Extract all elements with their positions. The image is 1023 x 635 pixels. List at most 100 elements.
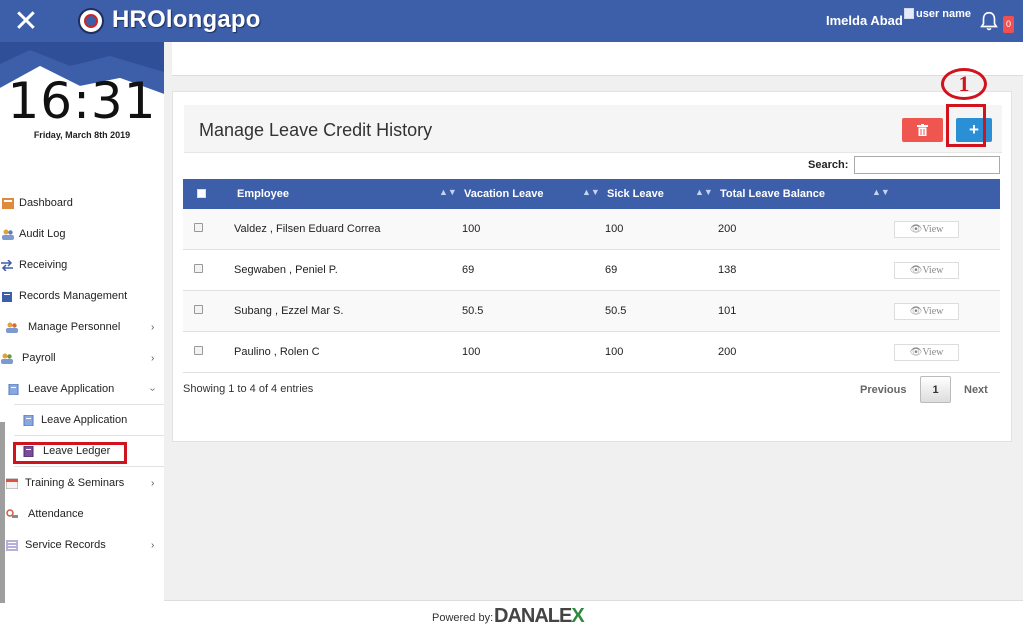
- sort-icon[interactable]: ▲▼: [695, 187, 713, 197]
- row-checkbox[interactable]: [194, 223, 203, 232]
- cell-employee: Subang , Ezzel Mar S.: [234, 305, 344, 317]
- eye-icon: 👁: [909, 224, 923, 235]
- cell-sick-leave: 69: [605, 264, 618, 276]
- sort-icon[interactable]: ▲▼: [439, 187, 457, 197]
- cell-total-leave-balance: 101: [718, 305, 737, 317]
- sidebar-item-label: Attendance: [28, 508, 84, 520]
- sort-icon[interactable]: ▲▼: [582, 187, 600, 197]
- divider: [14, 466, 164, 467]
- sidebar-item-leave-application[interactable]: Leave Application ›: [0, 379, 164, 399]
- sort-icon[interactable]: ▲▼: [872, 187, 890, 197]
- sidebar-item-training-seminars[interactable]: Training & Seminars ›: [0, 473, 164, 493]
- calendar-icon: [6, 478, 18, 489]
- chevron-down-icon: ›: [147, 387, 159, 391]
- cell-total-leave-balance: 138: [718, 264, 737, 276]
- cell-employee: Valdez , Filsen Eduard Correa: [234, 223, 381, 235]
- user-avatar[interactable]: user name: [904, 8, 971, 20]
- top-bar: ✕ HROlongapo Imelda Abad user name 0: [0, 0, 1023, 42]
- row-checkbox[interactable]: [194, 264, 203, 273]
- list-icon: [6, 539, 18, 551]
- view-button[interactable]: 👁 View: [894, 262, 959, 279]
- arrows-icon: [1, 259, 13, 271]
- sidebar-item-attendance[interactable]: Attendance: [0, 504, 164, 524]
- cell-vacation-leave: 50.5: [462, 305, 484, 317]
- sidebar-item-label: Receiving: [19, 259, 68, 271]
- sidebar-item-service-records[interactable]: Service Records ›: [0, 535, 164, 555]
- dashboard-icon: [2, 197, 14, 209]
- cell-employee: Paulino , Rolen C: [234, 346, 320, 358]
- sidebar-item-label: Records Management: [19, 290, 128, 302]
- attendance-icon: [6, 508, 18, 518]
- view-label: View: [922, 224, 944, 235]
- cell-vacation-leave: 100: [462, 223, 481, 235]
- sidebar-item-label: Service Records: [25, 539, 106, 551]
- sidebar-item-label: Leave Application: [41, 414, 128, 426]
- document-icon: [23, 414, 34, 426]
- table-header: Employee ▲▼ Vacation Leave ▲▼ Sick Leave…: [183, 179, 1000, 209]
- folder-icon: [2, 291, 12, 302]
- date: Friday, March 8th 2019: [33, 130, 131, 140]
- chevron-right-icon: ›: [151, 352, 155, 364]
- column-header-employee[interactable]: Employee: [237, 188, 289, 200]
- pagination-previous[interactable]: Previous: [860, 384, 906, 396]
- entries-info: Showing 1 to 4 of 4 entries: [183, 383, 314, 395]
- delete-button[interactable]: [902, 118, 943, 142]
- cell-sick-leave: 100: [605, 346, 624, 358]
- chevron-right-icon: ›: [151, 539, 155, 551]
- sidebar-item-receiving[interactable]: Receiving: [0, 255, 164, 275]
- cell-vacation-leave: 69: [462, 264, 475, 276]
- page-title: Manage Leave Credit History: [199, 120, 433, 140]
- sidebar-item-label: Manage Personnel: [28, 321, 121, 333]
- sidebar-item-manage-personnel[interactable]: Manage Personnel ›: [0, 317, 164, 337]
- content-header-strip: [172, 42, 1023, 76]
- close-icon: ✕: [13, 4, 39, 38]
- row-checkbox[interactable]: [194, 346, 203, 355]
- card-header: Manage Leave Credit History +: [184, 105, 1002, 153]
- row-checkbox[interactable]: [194, 305, 203, 314]
- chevron-right-icon: ›: [151, 321, 155, 333]
- cell-total-leave-balance: 200: [718, 223, 737, 235]
- people-icon: [1, 353, 13, 364]
- column-header-vacation-leave[interactable]: Vacation Leave: [464, 188, 544, 200]
- danalex-logo: DANALEX: [494, 605, 585, 627]
- eye-icon: 👁: [909, 347, 923, 358]
- document-icon: [8, 383, 19, 395]
- column-header-total-leave-balance[interactable]: Total Leave Balance: [720, 188, 825, 200]
- search-input[interactable]: [854, 156, 1000, 174]
- pagination-page[interactable]: 1: [920, 376, 951, 403]
- brand-title[interactable]: HROlongapo: [112, 6, 261, 34]
- table-row: Subang , Ezzel Mar S. 50.5 50.5 101 👁 Vie…: [183, 291, 1000, 332]
- sidebar-item-label: Payroll: [22, 352, 56, 364]
- cell-sick-leave: 50.5: [605, 305, 627, 317]
- sidebar-item-label: Audit Log: [19, 228, 66, 240]
- bell-icon[interactable]: [978, 10, 1000, 32]
- sidebar-item-records-management[interactable]: Records Management: [0, 286, 164, 306]
- column-header-sick-leave[interactable]: Sick Leave: [607, 188, 664, 200]
- sidebar-item-audit-log[interactable]: Audit Log: [0, 224, 164, 244]
- close-menu-button[interactable]: ✕: [0, 0, 52, 42]
- view-button[interactable]: 👁 View: [894, 344, 959, 361]
- sidebar-item-dashboard[interactable]: Dashboard: [0, 193, 164, 213]
- sidebar-item-payroll[interactable]: Payroll ›: [0, 348, 164, 368]
- view-button[interactable]: 👁 View: [894, 303, 959, 320]
- sidebar-item-label: Training & Seminars: [25, 477, 125, 489]
- powered-by-label: Powered by:: [432, 612, 494, 624]
- pagination-next[interactable]: Next: [964, 384, 988, 396]
- sidebar-item-label: Leave Application: [28, 383, 115, 395]
- annotation-highlight-leave-ledger: [13, 442, 127, 464]
- table-row: Segwaben , Peniel P. 69 69 138 👁 View: [183, 250, 1000, 291]
- annotation-callout: 1: [941, 68, 987, 100]
- notification-badge: 0: [1003, 16, 1014, 33]
- broken-image-icon: [904, 8, 914, 19]
- view-button[interactable]: 👁 View: [894, 221, 959, 238]
- annotation-highlight-add: [946, 104, 986, 147]
- user-name[interactable]: Imelda Abad: [826, 13, 903, 28]
- search-label: Search:: [808, 159, 849, 171]
- view-label: View: [922, 265, 944, 276]
- eye-icon: 👁: [909, 265, 923, 276]
- view-label: View: [922, 306, 944, 317]
- select-all-checkbox[interactable]: [197, 189, 206, 198]
- people-icon: [6, 322, 18, 333]
- cell-vacation-leave: 100: [462, 346, 481, 358]
- sidebar-subitem-leave-application[interactable]: Leave Application: [0, 410, 164, 430]
